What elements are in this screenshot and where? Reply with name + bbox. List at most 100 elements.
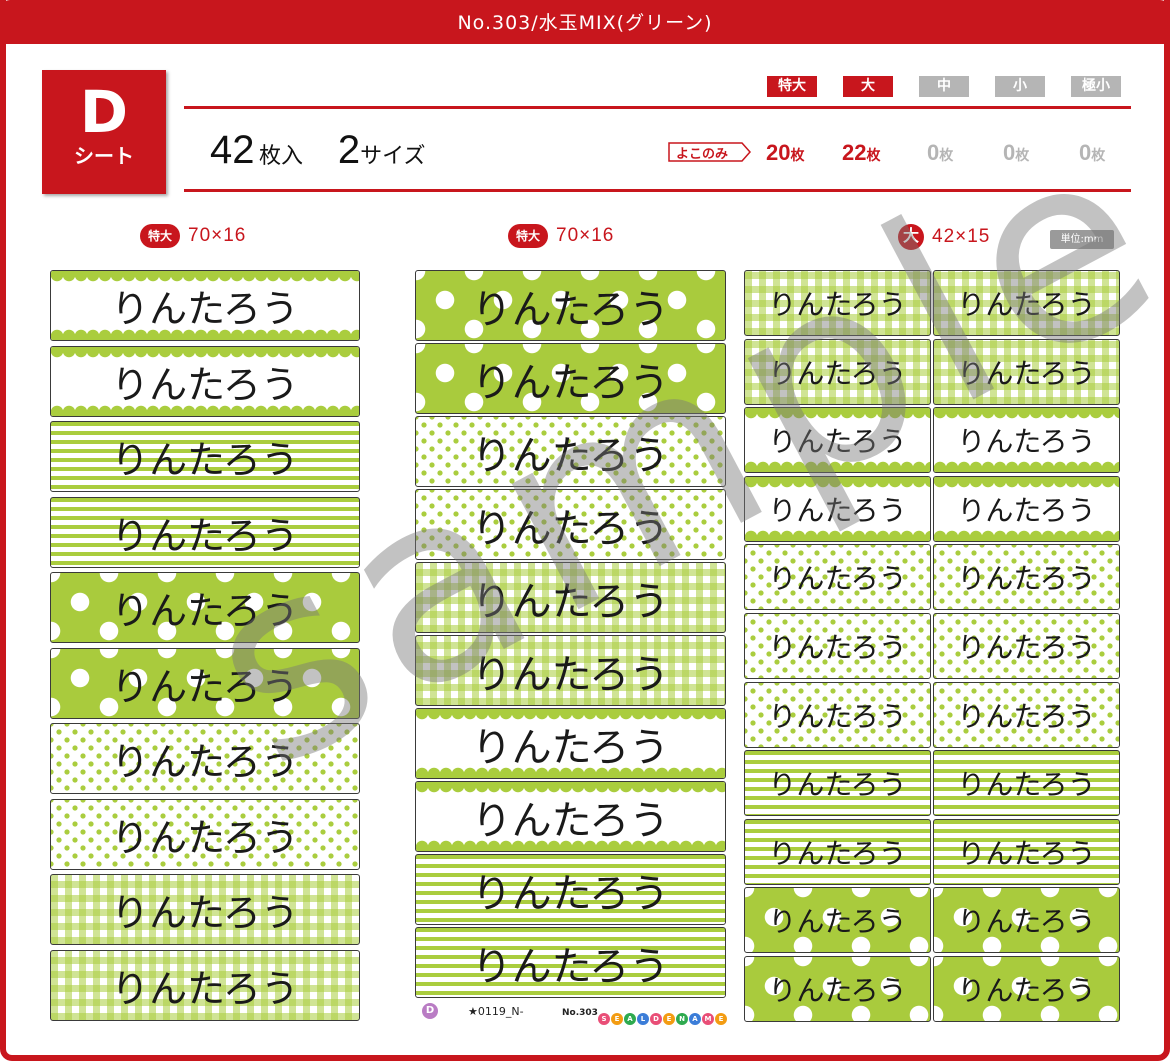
label-name-text: りんたろう <box>768 562 907 596</box>
label-name-text: りんたろう <box>957 768 1096 802</box>
label-name-text: りんたろう <box>471 651 670 698</box>
name-label: りんたろう <box>933 475 1120 542</box>
label-name-text: りんたろう <box>111 513 299 558</box>
brand-letter: L <box>637 1013 649 1025</box>
name-label: りんたろう <box>744 407 931 474</box>
horizontal-only-label: よこのみ <box>676 147 729 162</box>
size-option: 特大 <box>767 76 817 97</box>
label-name-text: りんたろう <box>111 966 299 1011</box>
label-name-text: りんたろう <box>471 943 670 990</box>
name-label: りんたろう <box>415 416 726 487</box>
name-label: りんたろう <box>933 407 1120 474</box>
name-label: りんたろう <box>744 681 931 748</box>
column-header-2: 特大 70×16 <box>508 224 614 250</box>
header-divider-top <box>184 106 1131 109</box>
brand-letter: E <box>663 1013 675 1025</box>
size-option: 小 <box>995 76 1045 97</box>
label-name-text: りんたろう <box>957 288 1096 321</box>
label-name-text: りんたろう <box>957 905 1096 939</box>
brand-letter: E <box>611 1013 623 1025</box>
size-label-count: 0枚 <box>1079 140 1149 166</box>
label-name-text: りんたろう <box>111 740 299 784</box>
name-label: りんたろう <box>744 338 931 405</box>
count-unit: 枚 <box>790 147 805 163</box>
name-label: りんたろう <box>933 750 1120 817</box>
name-label: りんたろう <box>744 613 931 679</box>
label-name-text: りんたろう <box>768 699 907 733</box>
sheet-letter: D <box>79 78 129 146</box>
name-label: りんたろう <box>933 544 1120 611</box>
label-count: 42 <box>210 128 255 172</box>
label-name-text: りんたろう <box>471 797 670 844</box>
count-number: 0 <box>1003 140 1016 165</box>
name-label: りんたろう <box>50 647 360 719</box>
brand-letter: A <box>624 1013 636 1025</box>
count-unit: 枚 <box>866 147 881 163</box>
name-label: りんたろう <box>50 723 360 794</box>
header-divider-bottom <box>184 189 1131 192</box>
name-label: りんたろう <box>415 927 726 998</box>
name-label: りんたろう <box>744 750 931 817</box>
name-label: りんたろう <box>50 798 360 870</box>
label-name-text: りんたろう <box>471 286 670 333</box>
footer-code: ★0119_N- <box>468 1005 524 1018</box>
count-number: 20 <box>766 140 791 165</box>
name-label: りんたろう <box>744 818 931 885</box>
name-label: りんたろう <box>415 562 726 633</box>
label-name-text: りんたろう <box>957 699 1096 733</box>
name-label: りんたろう <box>50 572 360 643</box>
label-name-text: りんたろう <box>768 768 907 802</box>
size-option: 極小 <box>1071 76 1121 97</box>
name-label: りんたろう <box>933 887 1120 954</box>
label-name-text: りんたろう <box>768 288 907 321</box>
name-label: りんたろう <box>415 270 726 341</box>
sheet-type-badge: D シート <box>42 70 166 194</box>
label-name-text: りんたろう <box>111 891 299 935</box>
name-label: りんたろう <box>744 887 931 954</box>
size-count: 2 <box>337 128 361 172</box>
count-unit: 枚 <box>1015 147 1030 163</box>
count-number: 0 <box>1079 140 1092 165</box>
name-label: りんたろう <box>744 956 931 1022</box>
size-label-count: 22枚 <box>842 140 912 166</box>
name-label: りんたろう <box>50 345 360 417</box>
name-label: りんたろう <box>50 496 360 568</box>
name-label: りんたろう <box>744 475 931 542</box>
size-option: 大 <box>843 76 893 97</box>
label-name-text: りんたろう <box>768 631 907 664</box>
label-name-text: りんたろう <box>768 836 907 870</box>
size-dimension: 42×15 <box>932 226 991 247</box>
count-number: 22 <box>842 140 867 165</box>
name-label: りんたろう <box>933 338 1120 405</box>
name-label: りんたろう <box>744 544 931 611</box>
size-pill: 特大 <box>508 224 549 248</box>
count-unit: 枚 <box>939 147 954 163</box>
footer-sheet-badge: D <box>422 1003 438 1019</box>
label-name-text: りんたろう <box>111 287 299 331</box>
label-name-text: りんたろう <box>768 905 907 939</box>
label-name-text: りんたろう <box>471 724 670 771</box>
unit-note: 単位:mm <box>1050 230 1114 249</box>
name-label: りんたろう <box>415 343 726 414</box>
sheet-label: シート <box>74 144 134 168</box>
size-circle: 大 <box>898 224 924 250</box>
label-name-text: りんたろう <box>957 631 1096 664</box>
label-count-unit: 枚入 <box>258 143 303 168</box>
name-label: りんたろう <box>50 421 360 492</box>
brand-logo: SEALDENAME <box>598 1006 728 1025</box>
label-name-text: りんたろう <box>957 836 1096 870</box>
label-name-text: りんたろう <box>471 432 670 479</box>
size-pill: 特大 <box>140 224 181 248</box>
column-header-3: 大 42×15 <box>898 224 990 250</box>
label-name-text: りんたろう <box>471 578 670 625</box>
label-name-text: りんたろう <box>111 362 299 407</box>
label-name-text: りんたろう <box>957 493 1096 527</box>
label-name-text: りんたろう <box>111 438 299 482</box>
size-count-unit: サイズ <box>360 143 426 168</box>
name-label: りんたろう <box>415 635 726 706</box>
label-name-text: りんたろう <box>957 425 1096 459</box>
name-label: りんたろう <box>744 270 931 336</box>
label-name-text: りんたろう <box>111 815 299 860</box>
label-name-text: りんたろう <box>768 974 907 1007</box>
name-label: りんたろう <box>933 270 1120 336</box>
